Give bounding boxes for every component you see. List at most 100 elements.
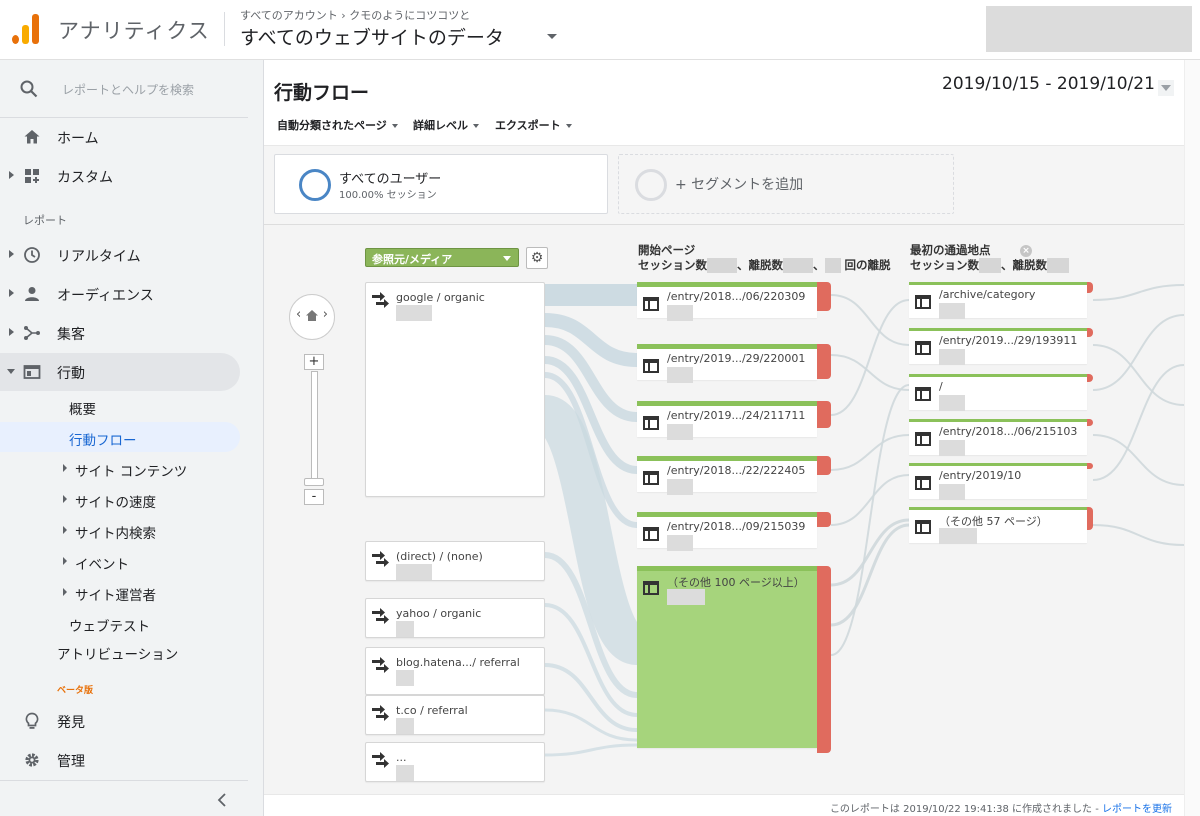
flow-link bbox=[1092, 434, 1184, 486]
search-input[interactable]: レポートとヘルプを検索 bbox=[62, 81, 194, 98]
source-node[interactable]: t.co / referral bbox=[365, 695, 545, 735]
pan-left-icon[interactable]: ‹ bbox=[296, 307, 301, 322]
flow-link bbox=[1092, 314, 1184, 391]
vertical-scrollbar[interactable] bbox=[1184, 60, 1200, 816]
first-interaction-node[interactable]: /entry/2019.../29/193911 bbox=[909, 328, 1093, 365]
dropoff-bar[interactable] bbox=[817, 401, 831, 428]
redacted-value bbox=[939, 528, 977, 544]
zoom-out-button[interactable]: - bbox=[304, 489, 324, 505]
person-icon bbox=[25, 287, 39, 301]
chevron-down-icon[interactable] bbox=[547, 34, 557, 39]
gear-icon[interactable]: ⚙ bbox=[526, 247, 548, 269]
redacted-value bbox=[1047, 258, 1069, 273]
sidebar-subitem-overview[interactable]: 概要 bbox=[0, 391, 240, 421]
start-page-node[interactable]: /entry/2018.../06/220309 bbox=[637, 282, 831, 321]
app-name: アナリティクス bbox=[58, 19, 210, 43]
first-interaction-node[interactable]: （その他 57 ページ） bbox=[909, 507, 1093, 544]
pan-control[interactable]: ‹ › bbox=[289, 294, 335, 340]
export-menu[interactable]: エクスポート bbox=[495, 117, 572, 133]
date-range-dropdown-icon[interactable] bbox=[1158, 80, 1174, 96]
detail-level-menu[interactable]: 詳細レベル bbox=[413, 117, 479, 133]
first-interaction-node[interactable]: /archive/category bbox=[909, 282, 1093, 319]
zoom-in-button[interactable]: + bbox=[304, 354, 324, 370]
segment-all-users[interactable]: すべてのユーザー 100.00% セッション bbox=[274, 154, 608, 214]
dropoff-bar[interactable] bbox=[1087, 282, 1093, 293]
source-node[interactable]: google / organic bbox=[365, 282, 545, 497]
sidebar-item-admin[interactable]: 管理 bbox=[0, 741, 248, 779]
sidebar-subitem-behavior-flow[interactable]: 行動フロー bbox=[0, 422, 240, 452]
top-header: アナリティクス すべてのアカウント › クモのようにコツコツと すべてのウェブサ… bbox=[0, 0, 1200, 60]
chevron-right-icon bbox=[63, 464, 67, 472]
sidebar-item-discover[interactable]: 発見 bbox=[0, 702, 248, 740]
auto-classified-pages-menu[interactable]: 自動分類されたページ bbox=[277, 117, 398, 133]
sidebar-subitem-experiments[interactable]: ウェブテスト bbox=[0, 608, 240, 638]
refresh-report-link[interactable]: レポートを更新 bbox=[1102, 804, 1172, 815]
chevron-right-icon bbox=[63, 557, 67, 565]
source-node[interactable]: ... bbox=[365, 742, 545, 782]
dropoff-bar[interactable] bbox=[817, 566, 831, 753]
chevron-right-icon bbox=[9, 328, 14, 336]
page-icon bbox=[643, 359, 659, 373]
sidebar-subitem-site-search[interactable]: サイト内検索 bbox=[0, 515, 240, 545]
dropoff-bar[interactable] bbox=[1087, 463, 1093, 469]
sidebar-item-attribution[interactable]: アトリビューション bbox=[57, 645, 187, 665]
breadcrumb-account[interactable]: クモのようにコツコツと bbox=[349, 9, 470, 22]
source-node[interactable]: blog.hatena.../ referral bbox=[365, 647, 545, 695]
breadcrumb[interactable]: すべてのアカウント › クモのようにコツコツと bbox=[240, 7, 470, 23]
start-page-node[interactable]: /entry/2018.../22/222405 bbox=[637, 456, 831, 495]
redacted-value bbox=[396, 718, 414, 734]
first-interaction-node[interactable]: /entry/2018.../06/215103 bbox=[909, 419, 1093, 456]
sidebar-subitem-events[interactable]: イベント bbox=[0, 546, 240, 576]
home-icon bbox=[24, 130, 40, 144]
start-page-node[interactable]: （その他 100 ページ以上） bbox=[637, 566, 831, 753]
report-search[interactable]: レポートとヘルプを検索 bbox=[0, 60, 248, 118]
dropoff-bar[interactable] bbox=[817, 512, 831, 527]
sidebar-item-realtime[interactable]: リアルタイム bbox=[0, 236, 248, 274]
sidebar-item-acquisition[interactable]: 集客 bbox=[0, 314, 248, 352]
close-column-icon[interactable]: × bbox=[1020, 245, 1032, 257]
sidebar-item-home[interactable]: ホーム bbox=[0, 118, 248, 156]
page-icon bbox=[915, 520, 931, 534]
collapse-sidebar-icon[interactable] bbox=[216, 793, 228, 807]
start-page-node[interactable]: /entry/2019.../29/220001 bbox=[637, 344, 831, 383]
home-icon[interactable] bbox=[305, 309, 319, 323]
redacted-value bbox=[707, 258, 737, 273]
sidebar-subitem-site-speed[interactable]: サイトの速度 bbox=[0, 484, 240, 514]
dropoff-bar[interactable] bbox=[817, 456, 831, 475]
date-range-picker[interactable]: 2019/10/15 - 2019/10/21 bbox=[942, 74, 1155, 94]
arrow-enter-icon bbox=[372, 551, 389, 567]
dropoff-bar[interactable] bbox=[817, 344, 831, 379]
zoom-slider-track[interactable] bbox=[311, 371, 318, 481]
arrow-enter-icon bbox=[372, 608, 389, 624]
first-interaction-node[interactable]: / bbox=[909, 374, 1093, 411]
sidebar-subitem-site-content[interactable]: サイト コンテンツ bbox=[0, 453, 240, 483]
chevron-down-icon bbox=[7, 369, 15, 374]
first-interaction-node[interactable]: /entry/2019/10 bbox=[909, 463, 1093, 500]
property-view-selector[interactable]: すべてのウェブサイトのデータ bbox=[240, 23, 504, 50]
main-content: 行動フロー 2019/10/15 - 2019/10/21 自動分類されたページ… bbox=[264, 60, 1200, 816]
zoom-slider-thumb[interactable] bbox=[304, 478, 324, 486]
start-page-node[interactable]: /entry/2019.../24/211711 bbox=[637, 401, 831, 440]
sidebar-subitem-publisher[interactable]: サイト運営者 bbox=[0, 577, 240, 607]
page-icon bbox=[643, 581, 659, 595]
segment-ring-icon bbox=[635, 169, 667, 201]
source-node[interactable]: yahoo / organic bbox=[365, 598, 545, 638]
dimension-selector[interactable]: 参照元/メディア bbox=[365, 248, 519, 267]
sidebar-item-audience[interactable]: オーディエンス bbox=[0, 275, 248, 313]
sidebar-item-custom[interactable]: カスタム bbox=[0, 157, 248, 195]
beta-badge: ベータ版 bbox=[57, 686, 94, 696]
source-node[interactable]: (direct) / (none) bbox=[365, 541, 545, 581]
pan-right-icon[interactable]: › bbox=[323, 307, 328, 322]
behavior-flow-canvas[interactable]: ‹ › + - 参照元/メディア ⚙ 開始ページ セッション数 、離脱数、 回の離… bbox=[264, 224, 1184, 794]
breadcrumb-all-accounts[interactable]: すべてのアカウント bbox=[240, 9, 338, 22]
flow-link bbox=[830, 434, 910, 471]
dropoff-bar[interactable] bbox=[817, 282, 831, 311]
start-page-node[interactable]: /entry/2018.../09/215039 bbox=[637, 512, 831, 551]
analytics-logo-icon[interactable] bbox=[12, 14, 40, 44]
dropoff-bar[interactable] bbox=[1087, 507, 1093, 530]
sidebar-item-behavior[interactable]: 行動 bbox=[0, 353, 240, 391]
add-segment-button[interactable]: + セグメントを追加 bbox=[618, 154, 954, 214]
chevron-right-icon bbox=[63, 495, 67, 503]
behavior-window-icon bbox=[23, 365, 41, 379]
page-icon bbox=[915, 387, 931, 401]
